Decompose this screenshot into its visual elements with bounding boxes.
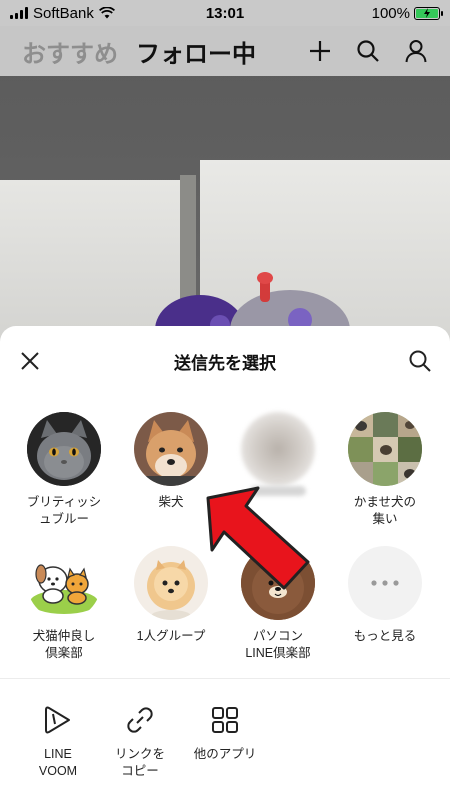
copy-link-button[interactable]: リンクを コピー [100, 702, 180, 780]
contact-label: ブリティッシ ュブルー [26, 495, 102, 526]
more-icon [371, 580, 399, 586]
contact-label: パソコン LINE倶楽部 [245, 629, 311, 660]
avatar [134, 412, 208, 486]
carrier-name: SoftBank [33, 4, 94, 22]
signal-icon [10, 7, 28, 19]
avatar [348, 412, 422, 486]
avatar [27, 412, 101, 486]
search-button[interactable] [406, 347, 434, 375]
dogs-collage-image [348, 412, 422, 486]
voom-icon [40, 702, 76, 738]
contact-label: かませ犬の 集い [353, 495, 417, 526]
dog-cat-illustration-image [30, 564, 98, 614]
sheet-header: 送信先を選択 [0, 326, 450, 396]
close-icon [21, 352, 39, 370]
avatar [241, 412, 315, 486]
app-label: リンクを コピー [114, 747, 165, 778]
top-nav: おすすめ フォロー中 [0, 26, 450, 76]
search-icon[interactable] [356, 39, 380, 63]
sheet-title: 送信先を選択 [174, 353, 276, 373]
contact-label: 1人グループ [136, 629, 206, 643]
shiba-dog-image [134, 412, 208, 486]
close-button[interactable] [16, 347, 44, 375]
app-label: LINE VOOM [38, 747, 78, 778]
annotation-arrow-icon [206, 486, 310, 590]
battery-icon [414, 6, 443, 20]
status-left: SoftBank [10, 5, 115, 22]
wifi-icon [98, 7, 115, 19]
charging-bolt-icon [424, 8, 430, 18]
gray-cat-image [27, 412, 101, 486]
other-apps-button[interactable]: 他のアプリ [185, 702, 265, 763]
tab-following[interactable]: フォロー中 [136, 34, 256, 69]
contact-label: もっと見る [353, 629, 417, 643]
profile-icon[interactable] [404, 39, 428, 63]
line-voom-button[interactable]: LINE VOOM [18, 702, 98, 780]
contact-label: 犬猫仲良し 倶楽部 [32, 629, 96, 660]
divider [0, 678, 450, 679]
contact-item[interactable]: 犬猫仲良し 倶楽部 [11, 546, 117, 662]
avatar [348, 546, 422, 620]
contact-item[interactable]: かませ犬の 集い [332, 412, 438, 528]
app-label: 他のアプリ [193, 747, 257, 761]
contact-item[interactable]: ブリティッシ ュブルー [11, 412, 117, 528]
link-icon [122, 702, 158, 738]
status-bar: SoftBank 13:01 100% [0, 0, 450, 26]
more-button[interactable]: もっと見る [332, 546, 438, 645]
apps-grid-icon [207, 702, 243, 738]
nav-icons [308, 39, 428, 63]
status-right: 100% [371, 4, 443, 22]
battery-percent: 100% [371, 4, 410, 22]
search-icon [409, 350, 431, 372]
tab-recommended[interactable]: おすすめ [22, 34, 118, 69]
avatar [27, 546, 101, 620]
plus-icon[interactable] [308, 39, 332, 63]
